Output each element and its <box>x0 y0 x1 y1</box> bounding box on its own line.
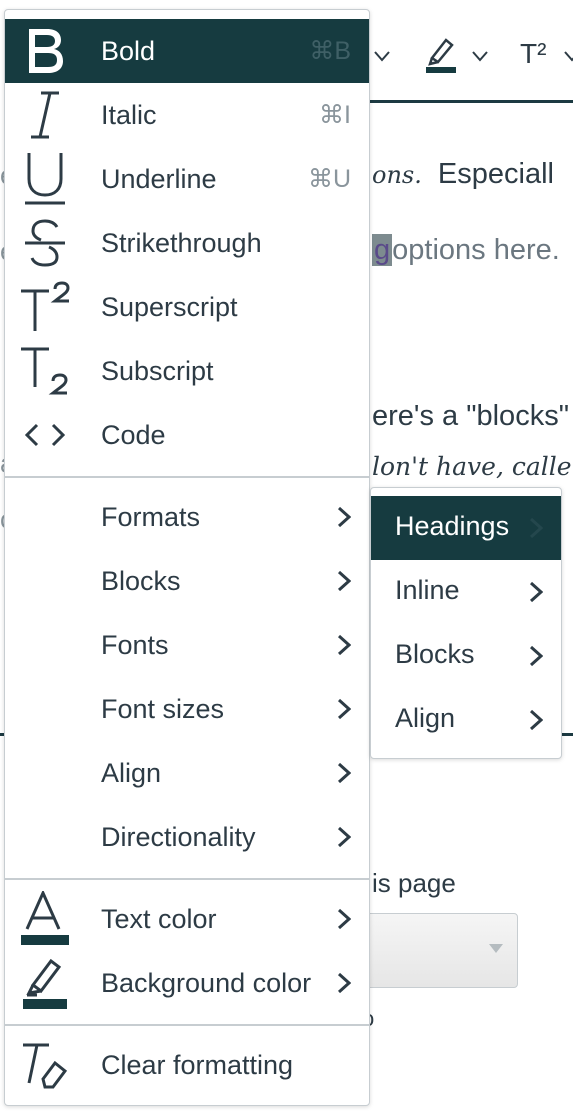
submenu-item-headings[interactable]: Headings <box>371 496 561 560</box>
chevron-right-icon <box>529 581 543 603</box>
menu-separator <box>5 878 369 880</box>
toolbar-divider <box>360 100 573 103</box>
superscript-icon <box>17 279 73 335</box>
menu-item-label: Underline <box>101 163 217 194</box>
menu-item-label: Align <box>101 757 162 788</box>
chevron-right-icon <box>529 517 543 539</box>
submenu-item-label: Blocks <box>395 639 475 669</box>
chevron-down-icon[interactable] <box>564 50 573 62</box>
page-option-label: is page <box>372 868 456 898</box>
menu-item-font-sizes[interactable]: Font sizes <box>5 677 369 741</box>
submenu-item-inline[interactable]: Inline <box>371 560 561 624</box>
menu-separator <box>5 476 369 478</box>
editor-line-3: ere's a "blocks" <box>372 400 569 433</box>
menu-item-label: Background color <box>101 967 312 998</box>
menu-item-text-color[interactable]: Text color <box>5 887 369 951</box>
keyboard-shortcut: ⌘I <box>319 101 351 129</box>
editor-toolbar: T² <box>360 20 573 80</box>
menu-item-label: Italic <box>101 99 157 130</box>
editor-line-2: goptions here. <box>372 234 560 267</box>
chevron-right-icon <box>529 709 543 731</box>
editor-text: ere's a "blocks" <box>372 400 569 432</box>
chevron-right-icon <box>337 634 351 656</box>
menu-item-background-color[interactable]: Background color <box>5 951 369 1015</box>
strikethrough-icon <box>17 215 73 271</box>
menu-item-label: Fonts <box>101 629 169 660</box>
menu-item-underline[interactable]: Underline ⌘U <box>5 147 369 211</box>
menu-item-label: Text color <box>101 903 217 934</box>
format-menu: Bold ⌘B Italic ⌘I Underline ⌘U Strikethr… <box>4 9 370 1106</box>
menu-item-label: Clear formatting <box>101 1049 294 1080</box>
highlighter-icon[interactable] <box>424 34 458 74</box>
chevron-right-icon <box>337 972 351 994</box>
menu-item-label: Font sizes <box>101 693 225 724</box>
menu-item-label: Code <box>101 419 166 450</box>
menu-item-label: Directionality <box>101 821 256 852</box>
chevron-right-icon <box>337 826 351 848</box>
menu-item-directionality[interactable]: Directionality <box>5 805 369 869</box>
menu-item-italic[interactable]: Italic ⌘I <box>5 83 369 147</box>
editor-line-1: ons. Especiall <box>372 158 554 191</box>
keyboard-shortcut: ⌘U <box>307 165 351 193</box>
submenu-item-blocks[interactable]: Blocks <box>371 624 561 688</box>
chevron-down-icon[interactable] <box>472 50 488 62</box>
underline-icon <box>17 151 73 207</box>
menu-item-fonts[interactable]: Fonts <box>5 613 369 677</box>
menu-item-label: Bold <box>101 35 156 66</box>
handwritten-text: ons. <box>372 161 422 189</box>
chevron-right-icon <box>529 645 543 667</box>
menu-item-code[interactable]: Code <box>5 403 369 467</box>
submenu-item-label: Inline <box>395 575 460 605</box>
chevron-down-icon[interactable] <box>374 50 390 62</box>
subscript-icon <box>17 343 73 399</box>
submenu-item-label: Align <box>395 703 456 733</box>
text-color-icon <box>17 891 73 947</box>
handwritten-text: lon't have, calle <box>372 452 572 481</box>
page-option-select[interactable] <box>360 913 518 988</box>
clear-formatting-icon <box>17 1037 73 1093</box>
menu-item-label: Subscript <box>101 355 214 386</box>
menu-item-strikethrough[interactable]: Strikethrough <box>5 211 369 275</box>
menu-item-label: Formats <box>101 501 201 532</box>
keyboard-shortcut: ⌘B <box>309 37 351 65</box>
menu-item-label: Superscript <box>101 291 238 322</box>
dropdown-arrow-icon <box>489 944 503 953</box>
chevron-right-icon <box>337 908 351 930</box>
highlighted-text: g <box>372 234 393 266</box>
editor-text: Especiall <box>437 158 554 190</box>
code-icon <box>17 407 73 463</box>
italic-icon <box>17 87 73 143</box>
chevron-right-icon <box>337 570 351 592</box>
menu-item-align[interactable]: Align <box>5 741 369 805</box>
chevron-right-icon <box>337 762 351 784</box>
chevron-right-icon <box>337 506 351 528</box>
formats-submenu: Headings Inline Blocks Align <box>370 487 562 759</box>
menu-item-label: Strikethrough <box>101 227 262 258</box>
menu-item-blocks[interactable]: Blocks <box>5 549 369 613</box>
menu-item-bold[interactable]: Bold ⌘B <box>5 19 369 83</box>
submenu-item-align[interactable]: Align <box>371 688 561 752</box>
menu-item-formats[interactable]: Formats <box>5 485 369 549</box>
submenu-item-label: Headings <box>395 511 510 541</box>
menu-item-label: Blocks <box>101 565 181 596</box>
background-color-icon <box>17 955 73 1011</box>
menu-item-subscript[interactable]: Subscript <box>5 339 369 403</box>
superscript-toolbar-button[interactable]: T² <box>520 38 546 70</box>
menu-separator <box>5 1024 369 1026</box>
menu-item-clear-formatting[interactable]: Clear formatting <box>5 1033 369 1097</box>
editor-text: options here. <box>392 234 560 266</box>
menu-item-superscript[interactable]: Superscript <box>5 275 369 339</box>
editor-line-4: lon't have, calle <box>372 452 572 482</box>
chevron-right-icon <box>337 698 351 720</box>
bold-icon <box>17 23 73 79</box>
